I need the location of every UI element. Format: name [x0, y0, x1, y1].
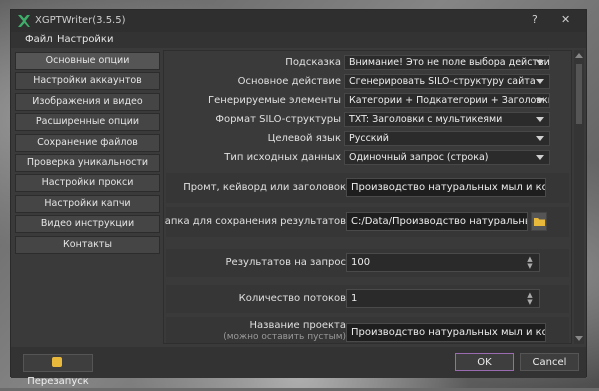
- prompt-block: Промт, кейворд или заголовок Производств…: [166, 173, 569, 203]
- silo-format-row: Формат SILO-структуры TXT: Заголовки с м…: [164, 112, 564, 128]
- threads-stepper[interactable]: 1 ▲ ▼: [346, 289, 540, 308]
- threads-label: Количество потоков: [238, 293, 346, 304]
- input-type-value: Одиночный запрос (строка): [349, 152, 489, 163]
- hint-value: Внимание! Это не поле выбора действия, а: [349, 57, 550, 68]
- main-action-value: Сгенерировать SILO-структуру сайта: [349, 76, 536, 87]
- stepper-arrows-icon[interactable]: ▲ ▼: [527, 292, 533, 306]
- elements-row: Генерируемые элементы Категории + Подкат…: [164, 93, 564, 109]
- help-button[interactable]: ?: [532, 13, 538, 26]
- scrollbar-thumb[interactable]: [576, 64, 582, 124]
- cancel-button[interactable]: Cancel: [520, 353, 579, 371]
- sidebar-item-accounts[interactable]: Настройки аккаунтов: [15, 72, 160, 91]
- elements-value: Категории + Подкатегории + Заголовки ста…: [349, 95, 550, 106]
- window-title: XGPTWriter(3.5.5): [35, 15, 126, 26]
- folder-input[interactable]: C:/Data/Производство натуральных мыл: [346, 212, 528, 231]
- results-block: Результатов на запрос 100 ▲ ▼: [166, 249, 569, 277]
- sidebar-item-images-video[interactable]: Изображения и видео: [15, 92, 160, 111]
- menu-bar: Файл Настройки: [11, 32, 586, 48]
- chevron-down-icon: [536, 98, 544, 103]
- main-action-label: Основное действие: [237, 76, 341, 87]
- project-label-group: Название проекта (можно оставить пустым): [223, 320, 346, 342]
- menu-settings[interactable]: Настройки: [57, 34, 113, 45]
- language-label: Целевой язык: [267, 133, 341, 144]
- sidebar-item-file-saving[interactable]: Сохранение файлов: [15, 133, 160, 152]
- hint-select[interactable]: Внимание! Это не поле выбора действия, а: [344, 55, 550, 70]
- input-type-row: Тип исходных данных Одиночный запрос (ст…: [164, 150, 564, 166]
- silo-format-value: TXT: Заголовки с мультикеями: [349, 114, 503, 125]
- silo-format-label: Формат SILO-структуры: [215, 114, 341, 125]
- sidebar-item-contacts[interactable]: Контакты: [15, 235, 160, 254]
- results-value: 100: [351, 257, 371, 268]
- project-input[interactable]: Производство натуральных мыл и косметики: [346, 323, 546, 342]
- close-button[interactable]: ✕: [561, 13, 570, 26]
- app-logo-icon: [18, 15, 30, 27]
- restart-label: Перезапуск: [27, 376, 89, 387]
- silo-format-select[interactable]: TXT: Заголовки с мультикеями: [344, 112, 550, 127]
- language-select[interactable]: Русский: [344, 131, 550, 146]
- options-panel: Подсказка Внимание! Это не поле выбора д…: [163, 50, 572, 344]
- sidebar-item-video-instructions[interactable]: Видео инструкции: [15, 215, 160, 234]
- results-stepper[interactable]: 100 ▲ ▼: [346, 253, 540, 272]
- chevron-down-icon: [536, 79, 544, 84]
- main-action-select[interactable]: Сгенерировать SILO-структуру сайта: [344, 74, 550, 89]
- language-value: Русский: [349, 133, 389, 144]
- chevron-down-icon: [536, 155, 544, 160]
- sidebar-item-main-options[interactable]: Основные опции: [15, 52, 160, 70]
- stepper-arrows-icon[interactable]: ▲ ▼: [527, 256, 533, 270]
- sidebar-item-uniqueness[interactable]: Проверка уникальности: [15, 153, 160, 172]
- project-block: Название проекта (можно оставить пустым)…: [166, 317, 569, 343]
- folder-icon: [534, 218, 545, 226]
- chevron-down-icon: [536, 136, 544, 141]
- restart-button[interactable]: Перезапуск: [23, 354, 93, 387]
- sidebar-item-advanced[interactable]: Расширенные опции: [15, 113, 160, 132]
- project-label: Название проекта: [249, 320, 346, 331]
- input-type-select[interactable]: Одиночный запрос (строка): [344, 150, 550, 165]
- input-type-label: Тип исходных данных: [224, 152, 341, 163]
- folder-block: Папка для сохранения результатов C:/Data…: [163, 207, 569, 237]
- project-sublabel: (можно оставить пустым): [223, 332, 346, 342]
- title-bar: XGPTWriter(3.5.5) ? ✕: [11, 10, 586, 32]
- results-label: Результатов на запрос: [225, 257, 346, 268]
- main-action-row: Основное действие Сгенерировать SILO-стр…: [164, 74, 564, 90]
- bottom-bar: Перезапуск OK Cancel: [11, 347, 586, 387]
- scroll-up-icon[interactable]: [575, 53, 583, 58]
- ok-button[interactable]: OK: [455, 353, 514, 371]
- app-window: XGPTWriter(3.5.5) ? ✕ Файл Настройки Осн…: [10, 9, 587, 387]
- sidebar-item-captcha[interactable]: Настройки капчи: [15, 194, 160, 213]
- browse-folder-button[interactable]: [531, 212, 547, 231]
- scrollbar[interactable]: [574, 50, 584, 344]
- threads-block: Количество потоков 1 ▲ ▼: [166, 285, 569, 313]
- threads-value: 1: [351, 293, 358, 304]
- elements-label: Генерируемые элементы: [208, 95, 341, 106]
- sidebar-item-proxy[interactable]: Настройки прокси: [15, 174, 160, 193]
- sidebar: Основные опции Настройки аккаунтов Изобр…: [15, 52, 160, 256]
- restart-icon: [51, 357, 62, 367]
- chevron-down-icon: [536, 60, 544, 65]
- hint-row: Подсказка Внимание! Это не поле выбора д…: [164, 55, 564, 71]
- menu-file[interactable]: Файл: [25, 34, 53, 45]
- folder-label: Папка для сохранения результатов: [163, 216, 346, 227]
- prompt-label: Промт, кейворд или заголовок: [183, 182, 346, 193]
- elements-select[interactable]: Категории + Подкатегории + Заголовки ста…: [344, 93, 550, 108]
- prompt-input[interactable]: Производство натуральных мыл и косметики: [346, 178, 546, 197]
- language-row: Целевой язык Русский: [164, 131, 564, 147]
- hint-label: Подсказка: [285, 57, 341, 68]
- chevron-down-icon: [536, 117, 544, 122]
- scroll-down-icon[interactable]: [575, 336, 583, 341]
